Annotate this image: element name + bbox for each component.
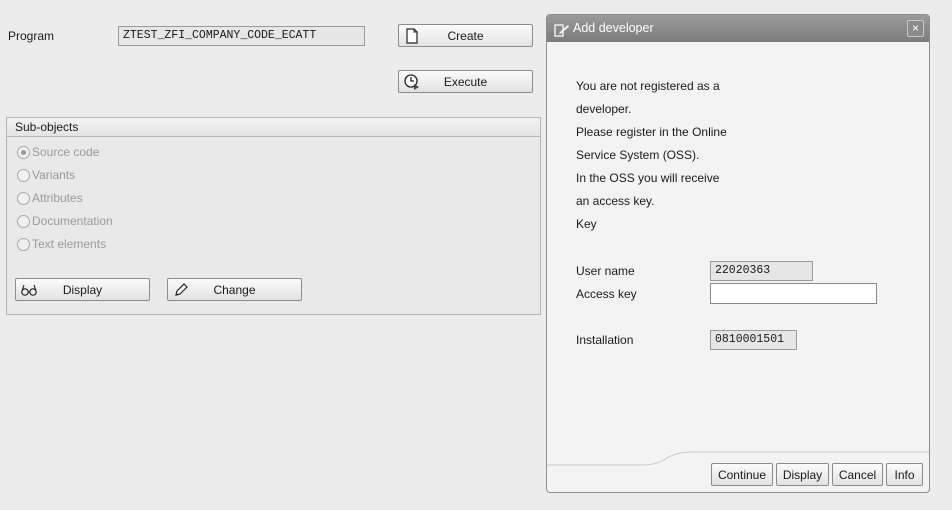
- radio-text-elements-indicator[interactable]: [17, 237, 30, 251]
- program-field[interactable]: ZTEST_ZFI_COMPANY_CODE_ECATT: [118, 26, 365, 46]
- installation-field[interactable]: 0810001501: [710, 330, 797, 350]
- radio-text-elements-label: Text elements: [32, 237, 107, 251]
- message-line: In the OSS you will receive: [576, 171, 720, 185]
- create-button-label: Create: [447, 28, 484, 43]
- radio-attributes[interactable]: Attributes: [17, 190, 113, 206]
- edit-document-icon: [554, 21, 570, 48]
- dialog-display-button[interactable]: Display: [776, 463, 829, 486]
- radio-variants[interactable]: Variants: [17, 167, 113, 183]
- user-name-label: User name: [576, 264, 635, 278]
- radio-variants-indicator[interactable]: [17, 168, 30, 182]
- installation-label: Installation: [576, 333, 634, 347]
- change-button-label: Change: [213, 282, 256, 297]
- display-button[interactable]: Display: [15, 278, 150, 301]
- user-name-field[interactable]: 22020363: [710, 261, 813, 281]
- message-line: Key: [576, 217, 597, 231]
- continue-button[interactable]: Continue: [711, 463, 773, 486]
- blank-document-icon: [403, 27, 421, 45]
- message-line: an access key.: [576, 194, 655, 208]
- create-button[interactable]: Create: [398, 24, 533, 47]
- access-key-input[interactable]: [710, 283, 877, 304]
- subobjects-title: Sub-objects: [7, 118, 540, 137]
- dialog-title: Add developer: [573, 21, 654, 35]
- message-line: developer.: [576, 102, 632, 116]
- message-line: Please register in the Online: [576, 125, 727, 139]
- pencil-icon: [172, 281, 190, 299]
- dialog-message: You are not registered as a developer. P…: [576, 75, 727, 236]
- message-line: You are not registered as a: [576, 79, 720, 93]
- glasses-icon: [20, 281, 38, 299]
- dialog-title-bar[interactable]: Add developer ×: [547, 15, 929, 42]
- execute-clock-icon: [403, 73, 421, 91]
- execute-button[interactable]: Execute: [398, 70, 533, 93]
- subobjects-group: Sub-objects Source code Variants Attribu…: [6, 117, 541, 315]
- radio-text-elements[interactable]: Text elements: [17, 236, 113, 252]
- radio-documentation-label: Documentation: [32, 214, 113, 228]
- close-icon[interactable]: ×: [907, 20, 924, 37]
- radio-documentation[interactable]: Documentation: [17, 213, 113, 229]
- program-label: Program: [8, 29, 55, 43]
- add-developer-dialog: Add developer × You are not registered a…: [546, 14, 930, 493]
- radio-attributes-indicator[interactable]: [17, 191, 30, 205]
- radio-documentation-indicator[interactable]: [17, 214, 30, 228]
- display-button-label: Display: [62, 282, 103, 297]
- cancel-button[interactable]: Cancel: [832, 463, 883, 486]
- radio-variants-label: Variants: [32, 168, 76, 182]
- radio-attributes-label: Attributes: [32, 191, 83, 205]
- radio-source-code-label: Source code: [32, 145, 100, 159]
- info-button[interactable]: Info: [886, 463, 923, 486]
- access-key-label: Access key: [576, 287, 637, 301]
- execute-button-label: Execute: [443, 74, 488, 89]
- message-line: Service System (OSS).: [576, 148, 700, 162]
- radio-source-code[interactable]: Source code: [17, 144, 113, 160]
- radio-source-code-indicator[interactable]: [17, 145, 30, 159]
- change-button[interactable]: Change: [167, 278, 302, 301]
